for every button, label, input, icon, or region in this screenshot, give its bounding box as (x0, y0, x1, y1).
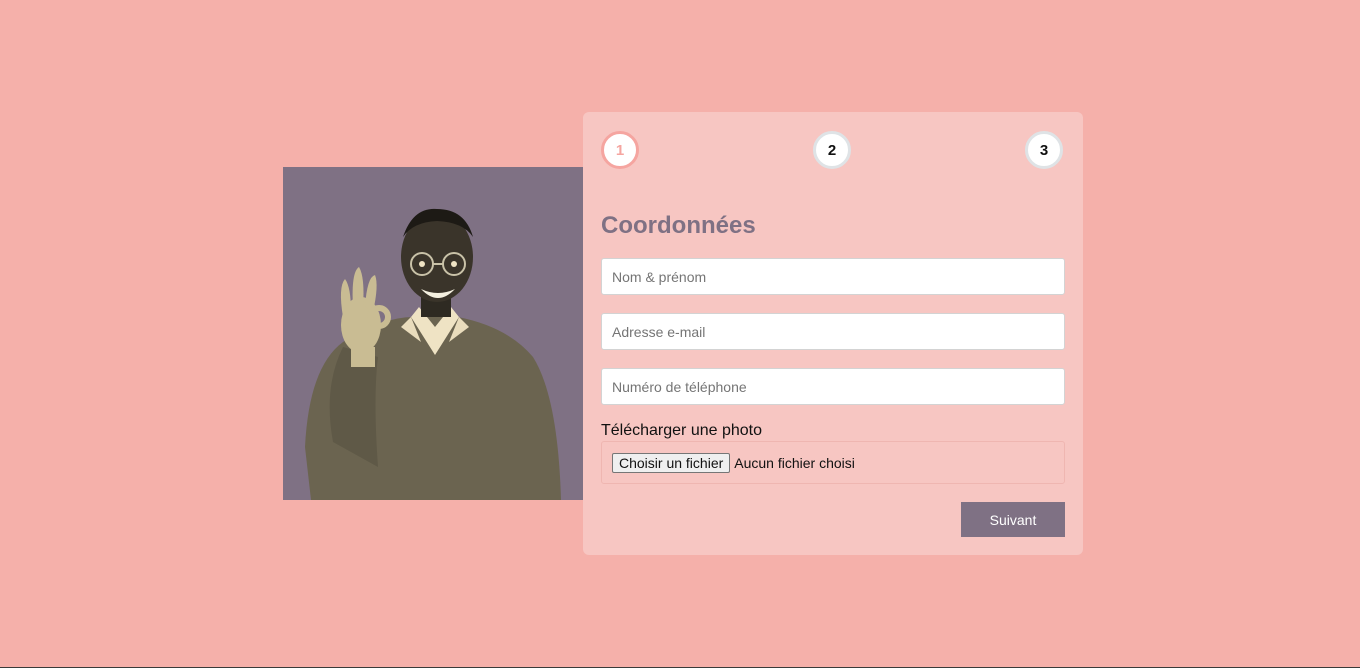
step-3-indicator: 3 (1025, 131, 1063, 169)
hero-photo (283, 167, 583, 500)
phone-input[interactable] (601, 368, 1065, 405)
step-1-number: 1 (615, 141, 625, 159)
step-indicator: 1 2 3 (601, 131, 1065, 169)
upload-photo-label: Télécharger une photo (601, 422, 762, 439)
step-1-indicator: 1 (601, 131, 639, 169)
next-button[interactable]: Suivant (961, 502, 1065, 537)
step-3-number: 3 (1039, 141, 1049, 159)
page: 1 2 3 Coordonnées Télécharger une photo … (0, 0, 1360, 668)
choose-file-button[interactable]: Choisir un fichier (612, 452, 731, 473)
registration-form-card: 1 2 3 Coordonnées Télécharger une photo … (583, 112, 1083, 555)
email-input[interactable] (601, 313, 1065, 350)
form-title: Coordonnées (601, 212, 756, 239)
file-status-text: Aucun fichier choisi (734, 454, 855, 471)
photo-upload-field: Choisir un fichier Aucun fichier choisi (601, 441, 1065, 484)
full-name-input[interactable] (601, 258, 1065, 295)
step-2-number: 2 (827, 141, 837, 159)
step-2-indicator: 2 (813, 131, 851, 169)
person-illustration (283, 167, 583, 500)
